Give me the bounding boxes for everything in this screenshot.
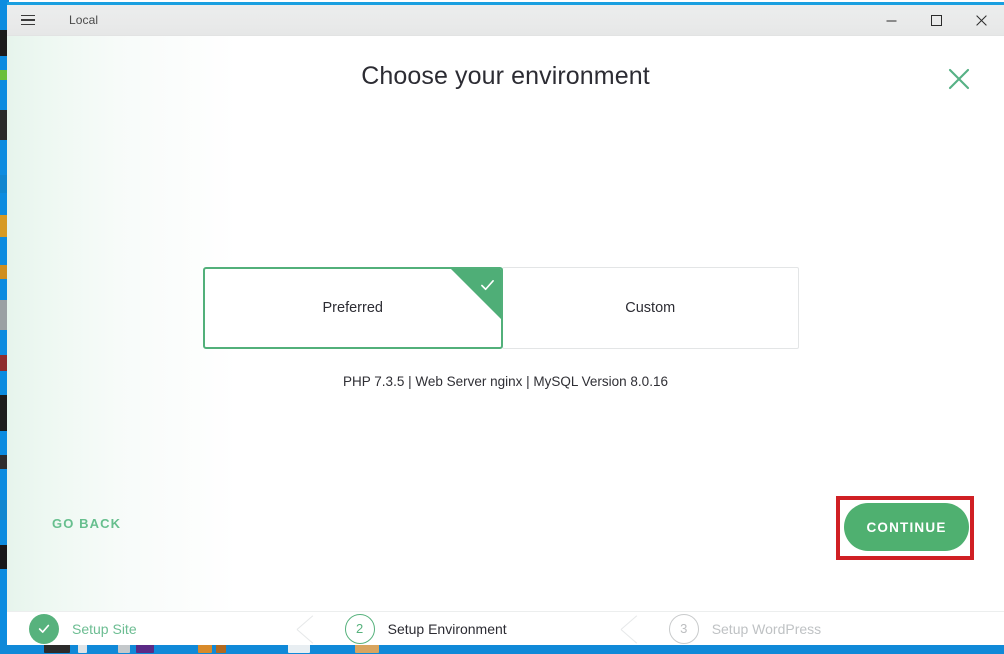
window-title: Local [69,13,99,27]
hamburger-icon[interactable] [7,5,49,36]
title-bar: Local [7,5,1004,36]
environment-setup-panel: Choose your environment Preferred Custom… [7,36,1004,611]
continue-button[interactable]: CONTINUE [844,503,969,551]
step-separator [617,612,643,645]
step-marker: 2 [344,613,375,644]
step-label: Setup Environment [387,620,507,637]
environment-details: PHP 7.3.5 | Web Server nginx | MySQL Ver… [343,374,668,389]
step-marker [29,613,59,644]
step-setup-site[interactable]: Setup Site [29,612,137,645]
environment-options: Preferred Custom [203,267,799,349]
local-app-window: Local Choose your environment Preferred … [7,2,1004,645]
check-icon [38,624,50,633]
step-separator [293,612,319,645]
environment-option-label: Custom [625,300,676,316]
step-label: Setup Site [72,620,137,637]
step-marker: 3 [668,613,699,644]
setup-step-indicator: Setup Site 2 Setup Environment 3 Setup W… [7,611,1004,645]
close-button[interactable] [959,5,1004,36]
environment-option-label: Preferred [322,300,383,316]
check-icon [480,280,494,291]
minimize-button[interactable] [869,5,914,36]
selected-corner-badge [450,269,501,319]
window-controls [869,5,1004,36]
environment-option-custom[interactable]: Custom [501,267,799,349]
step-label: Setup WordPress [711,620,822,637]
continue-action: CONTINUE [836,496,974,560]
step-setup-environment[interactable]: 2 Setup Environment [344,612,507,645]
maximize-button[interactable] [914,5,959,36]
modal-close-icon[interactable] [942,62,976,96]
environment-option-preferred[interactable]: Preferred [203,267,503,349]
step-setup-wordpress[interactable]: 3 Setup WordPress [668,612,822,645]
page-title: Choose your environment [361,62,650,90]
application-window: Local Choose your environment Preferred … [0,0,1004,654]
go-back-button[interactable]: GO BACK [48,510,125,537]
